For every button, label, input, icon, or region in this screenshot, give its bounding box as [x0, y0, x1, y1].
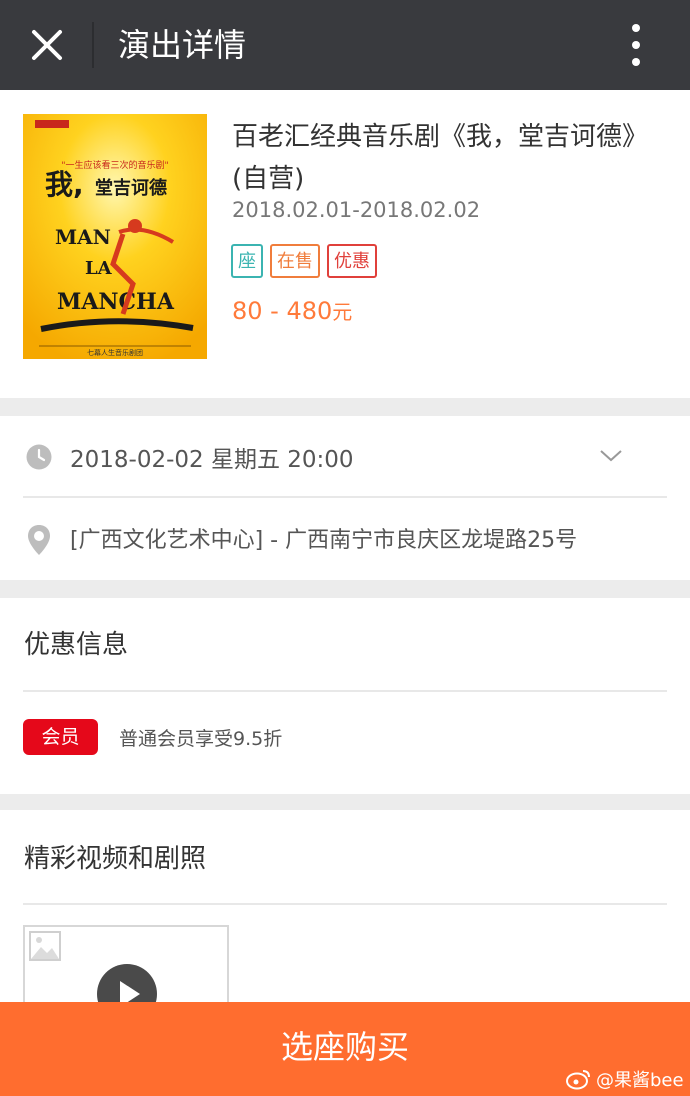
poster-cn-title-1: 我,	[45, 168, 84, 201]
divider	[23, 690, 667, 692]
page-title: 演出详情	[118, 26, 247, 64]
section-gap	[0, 580, 690, 598]
show-poster[interactable]: "一生应该看三次的音乐剧" 我, 堂吉诃德 MAN LA MANCHA 七幕人生…	[23, 114, 207, 359]
weibo-icon	[566, 1070, 590, 1090]
tag-onsale: 在售	[270, 244, 320, 278]
chevron-down-icon	[600, 450, 622, 462]
location-pin-icon	[28, 525, 50, 555]
show-tags: 座 在售 优惠	[231, 244, 377, 278]
offers-title: 优惠信息	[24, 630, 129, 660]
top-bar: 演出详情	[0, 0, 690, 90]
image-placeholder-icon	[29, 931, 61, 961]
media-section: 精彩视频和剧照	[0, 810, 690, 1015]
member-discount-text: 普通会员享受9.5折	[119, 728, 283, 750]
tag-seat: 座	[231, 244, 263, 278]
close-button[interactable]	[22, 20, 72, 70]
poster-en-line-1: MAN	[55, 225, 111, 249]
poster-en-line-3: MANCHA	[57, 289, 175, 315]
more-menu-button[interactable]	[616, 20, 656, 70]
venue-row[interactable]: [广西文化艺术中心] - 广西南宁市良庆区龙堤路25号	[0, 498, 690, 580]
close-icon	[32, 30, 62, 60]
venue-address: [广西文化艺术中心] - 广西南宁市良庆区龙堤路25号	[70, 528, 578, 553]
show-dates: 2018.02.01-2018.02.02	[232, 198, 481, 222]
member-badge: 会员	[23, 719, 98, 755]
tag-discount: 优惠	[327, 244, 377, 278]
weibo-watermark: @果酱bee	[566, 1066, 684, 1092]
section-gap	[0, 398, 690, 416]
price-unit: 元	[332, 300, 353, 324]
header-divider	[92, 22, 94, 68]
show-card: "一生应该看三次的音乐剧" 我, 堂吉诃德 MAN LA MANCHA 七幕人生…	[0, 90, 690, 398]
divider	[23, 903, 667, 905]
more-vertical-icon	[632, 24, 640, 66]
media-title: 精彩视频和剧照	[24, 844, 207, 874]
poster-credit: 七幕人生音乐剧团	[87, 348, 143, 357]
price-range: 80 - 480元	[232, 296, 352, 325]
offers-section: 优惠信息 会员 普通会员享受9.5折	[0, 598, 690, 794]
price-value: 80 - 480	[232, 297, 333, 325]
session-selector[interactable]: 2018-02-02 星期五 20:00	[0, 416, 690, 498]
poster-en-line-2: LA	[85, 258, 113, 279]
session-datetime: 2018-02-02 星期五 20:00	[70, 447, 354, 473]
poster-cn-title-2: 堂吉诃德	[95, 177, 167, 199]
show-title: 百老汇经典音乐剧《我，堂吉诃德》(自营)	[232, 122, 649, 194]
watermark-text: @果酱bee	[596, 1070, 684, 1091]
clock-icon	[26, 444, 52, 470]
section-gap	[0, 794, 690, 810]
